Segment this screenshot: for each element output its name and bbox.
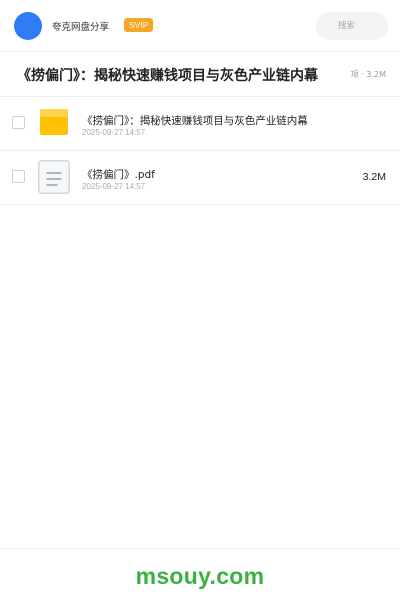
share-titlebar: 《捞偏门》：揭秘快速赚钱项目与灰色产业链内幕 项 · 3.2M	[0, 52, 400, 97]
file-row[interactable]: 《捞偏门》：揭秘快速赚钱项目与灰色产业链内幕 2025-09-27 14:57	[0, 97, 400, 151]
file-checkbox[interactable]	[12, 116, 25, 129]
page-title: 《捞偏门》：揭秘快速赚钱项目与灰色产业链内幕	[17, 68, 318, 84]
file-size: 3.2M	[362, 171, 386, 183]
file-row[interactable]: 《捞偏门》.pdf 2025-09-27 14:57 3.2M	[0, 151, 400, 205]
document-icon	[38, 160, 70, 194]
watermark: msouy.com	[135, 563, 265, 589]
svip-badge: SVIP	[124, 18, 154, 32]
folder-icon	[38, 106, 70, 140]
file-checkbox[interactable]	[12, 170, 25, 183]
file-name[interactable]: 《捞偏门》.pdf	[82, 167, 155, 182]
footer: msouy.com	[0, 548, 400, 600]
share-meta: 项 · 3.2M	[336, 69, 386, 80]
owner-name: 夸克网盘分享	[52, 22, 110, 33]
avatar[interactable]	[14, 12, 42, 40]
file-name[interactable]: 《捞偏门》：揭秘快速赚钱项目与灰色产业链内幕	[82, 113, 308, 128]
search-input[interactable]: 搜索	[316, 12, 388, 40]
share-header: 夸克网盘分享 SVIP 搜索	[0, 0, 400, 52]
file-date: 2025-09-27 14:57	[82, 182, 146, 191]
file-date: 2025-09-27 14:57	[82, 128, 146, 137]
